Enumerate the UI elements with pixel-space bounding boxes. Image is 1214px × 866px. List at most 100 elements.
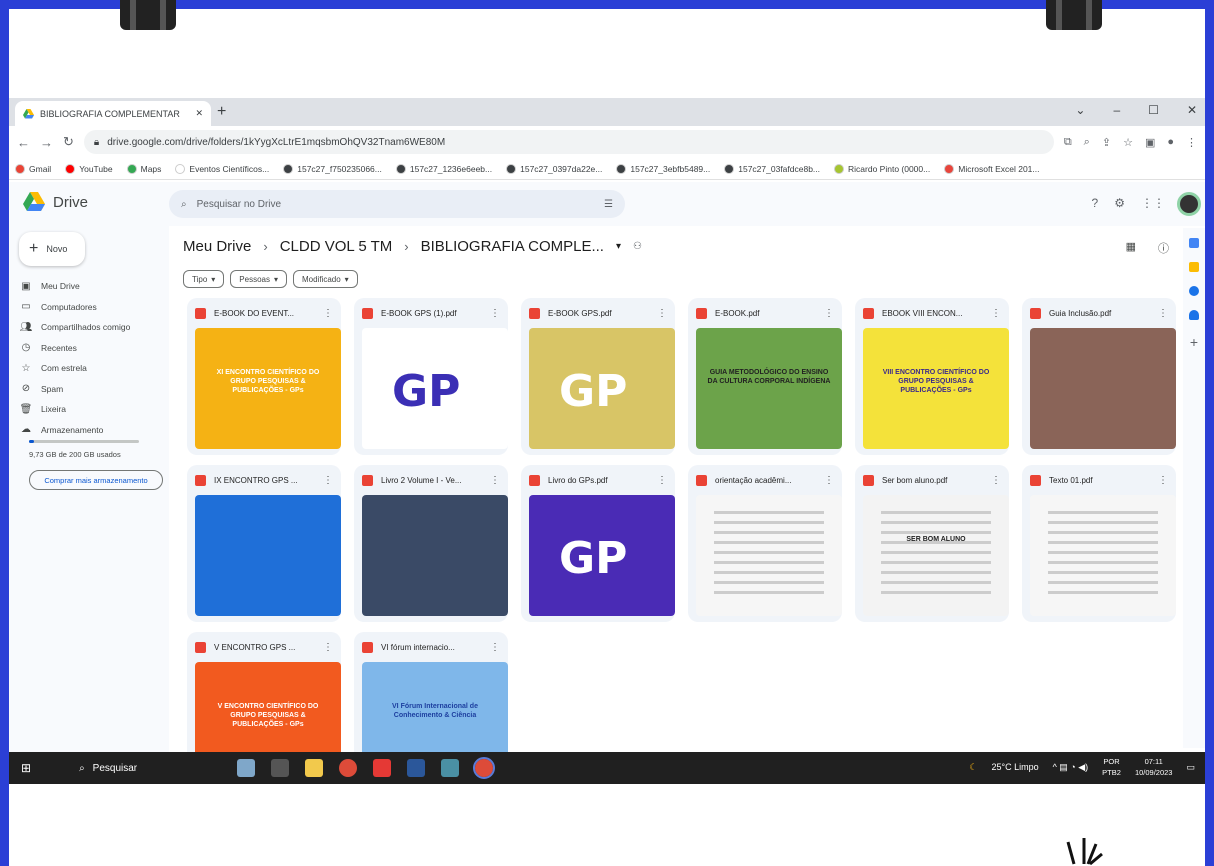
breadcrumb-item[interactable]: CLDD VOL 5 TM bbox=[280, 238, 393, 255]
back-icon[interactable]: ← bbox=[17, 135, 30, 150]
close-window-icon[interactable]: ✕ bbox=[1187, 103, 1197, 117]
forward-icon[interactable]: → bbox=[40, 135, 53, 150]
acrobat-icon[interactable] bbox=[373, 759, 392, 777]
bookmark-item[interactable]: Maps bbox=[126, 163, 161, 174]
bookmark-item[interactable]: 157c27_0397da22e... bbox=[506, 163, 602, 174]
more-options-icon[interactable]: ⋮ bbox=[490, 308, 500, 319]
more-options-icon[interactable]: ⋮ bbox=[657, 308, 667, 319]
app-icon[interactable] bbox=[441, 759, 460, 777]
sidebar-item-cloud[interactable]: ☁ Armazenamento bbox=[19, 420, 164, 441]
keep-icon[interactable] bbox=[1189, 262, 1199, 272]
notification-icon[interactable]: ▭ bbox=[1186, 762, 1195, 773]
sidebar-item-star[interactable]: ☆ Com estrela bbox=[19, 358, 164, 379]
chrome-active-icon[interactable] bbox=[473, 757, 496, 779]
taskbar-search[interactable]: ⌕ Pesquisar bbox=[71, 757, 221, 779]
bookmark-item[interactable]: 157c27_1236e6eeb... bbox=[395, 163, 492, 174]
more-options-icon[interactable]: ⋮ bbox=[657, 475, 667, 486]
drive-search[interactable]: ⌕ Pesquisar no Drive ☰ bbox=[169, 190, 625, 218]
settings-icon[interactable]: ⚙ bbox=[1114, 196, 1125, 210]
chevron-down-icon[interactable]: ⌄ bbox=[1075, 103, 1085, 117]
file-card[interactable]: E-BOOK.pdf ⋮ GUIA METODOLÓGICO DO ENSINO D… bbox=[688, 298, 842, 455]
file-card[interactable]: Livro 2 Volume I - Ve... ⋮ bbox=[354, 465, 508, 622]
sidebar-item-drive[interactable]: ▣ Meu Drive bbox=[19, 276, 164, 297]
file-card[interactable]: E-BOOK DO EVENT... ⋮ XI ENCONTRO CIENTÍFIC… bbox=[187, 298, 341, 455]
new-tab-icon[interactable]: + bbox=[217, 103, 226, 121]
buy-storage-button[interactable]: Comprar mais armazenamento bbox=[29, 470, 163, 490]
more-options-icon[interactable]: ⋮ bbox=[323, 642, 333, 653]
more-options-icon[interactable]: ⋮ bbox=[824, 308, 834, 319]
file-card[interactable]: Guia Inclusão.pdf ⋮ bbox=[1022, 298, 1176, 455]
sidebar-item-spam[interactable]: ⊘ Spam bbox=[19, 379, 164, 400]
more-options-icon[interactable]: ⋮ bbox=[1158, 475, 1168, 486]
sidebar-item-trash[interactable]: 🗑︎ Lixeira bbox=[19, 399, 164, 420]
profile-icon[interactable]: ● bbox=[1167, 136, 1174, 149]
filter-chip[interactable]: Modificado ▾ bbox=[292, 270, 358, 288]
menu-icon[interactable]: ⋮ bbox=[1186, 136, 1197, 149]
search-options-icon[interactable]: ☰ bbox=[604, 199, 613, 210]
calendar-icon[interactable] bbox=[1189, 238, 1199, 248]
bookmark-item[interactable]: YouTube bbox=[65, 163, 113, 174]
more-options-icon[interactable]: ⋮ bbox=[490, 642, 500, 653]
bookmark-item[interactable]: Ricardo Pinto (0000... bbox=[834, 163, 930, 174]
weather-text[interactable]: 25°C Limpo bbox=[991, 762, 1038, 772]
sidebar-item-clock[interactable]: ◷ Recentes bbox=[19, 338, 164, 359]
reload-icon[interactable]: ↻ bbox=[63, 134, 74, 150]
bookmark-star-icon[interactable]: ☆ bbox=[1123, 136, 1133, 149]
bookmark-item[interactable]: 157c27_3ebfb5489... bbox=[616, 163, 710, 174]
zoom-icon[interactable]: ⌕ bbox=[1084, 136, 1090, 149]
photo-app-icon[interactable] bbox=[237, 759, 256, 777]
sidebar-item-computer[interactable]: ▭ Computadores bbox=[19, 297, 164, 318]
file-card[interactable]: EBOOK VIII ENCON... ⋮ VIII ENCONTRO CIENTÍ… bbox=[855, 298, 1009, 455]
browser-tab[interactable]: BIBLIOGRAFIA COMPLEMENTAR ✕ bbox=[15, 101, 211, 126]
apps-grid-icon[interactable]: ⋮⋮ bbox=[1141, 196, 1165, 210]
bookmark-item[interactable]: 157c27_03fafdce8b... bbox=[724, 163, 820, 174]
windows-start-icon[interactable]: ⊞ bbox=[21, 761, 31, 775]
file-card[interactable]: E-BOOK GPS (1).pdf ⋮ GP bbox=[354, 298, 508, 455]
filter-chip[interactable]: Tipo ▾ bbox=[183, 270, 225, 288]
account-avatar[interactable] bbox=[1177, 192, 1201, 216]
tasks-icon[interactable] bbox=[1189, 286, 1199, 296]
bookmark-item[interactable]: Eventos Científicos... bbox=[175, 163, 269, 174]
file-explorer-icon[interactable] bbox=[305, 759, 324, 777]
file-card[interactable]: E-BOOK GPS.pdf ⋮ GP bbox=[521, 298, 675, 455]
minimize-icon[interactable]: – bbox=[1113, 103, 1120, 117]
help-icon[interactable]: ? bbox=[1092, 196, 1099, 210]
chrome-icon[interactable] bbox=[339, 759, 358, 777]
chevron-down-icon[interactable]: ▾ bbox=[616, 241, 621, 252]
new-button[interactable]: + Novo bbox=[19, 232, 85, 266]
word-icon[interactable] bbox=[407, 759, 426, 777]
info-icon[interactable]: ⓘ bbox=[1158, 240, 1169, 256]
address-bar[interactable]: 🔒︎ drive.google.com/drive/folders/1kYygX… bbox=[83, 130, 1054, 154]
task-view-icon[interactable] bbox=[271, 759, 290, 777]
language-indicator[interactable]: POR PTB2 bbox=[1102, 756, 1121, 778]
file-card[interactable]: IX ENCONTRO GPS ... ⋮ bbox=[187, 465, 341, 622]
tray-icons[interactable]: ^ ▤ ◔ ◀) bbox=[1053, 762, 1089, 773]
bookmark-item[interactable]: Gmail bbox=[15, 163, 51, 174]
more-options-icon[interactable]: ⋮ bbox=[991, 475, 1001, 486]
drive-logo[interactable]: Drive bbox=[23, 192, 88, 212]
file-card[interactable]: Texto 01.pdf ⋮ bbox=[1022, 465, 1176, 622]
sidepanel-icon[interactable]: ▣ bbox=[1145, 136, 1155, 149]
contacts-icon[interactable] bbox=[1189, 310, 1199, 320]
grid-view-icon[interactable]: ▦ bbox=[1126, 240, 1136, 256]
more-options-icon[interactable]: ⋮ bbox=[991, 308, 1001, 319]
breadcrumb-item[interactable]: BIBLIOGRAFIA COMPLE... bbox=[421, 238, 604, 255]
bookmark-item[interactable]: 157c27_f750235066... bbox=[283, 163, 382, 174]
install-icon[interactable]: ⧉ bbox=[1064, 136, 1072, 149]
more-options-icon[interactable]: ⋮ bbox=[323, 475, 333, 486]
add-addon-icon[interactable]: + bbox=[1183, 334, 1205, 350]
bookmark-item[interactable]: Microsoft Excel 201... bbox=[944, 163, 1040, 174]
more-options-icon[interactable]: ⋮ bbox=[323, 308, 333, 319]
file-card[interactable]: orientação acadêmi... ⋮ bbox=[688, 465, 842, 622]
more-options-icon[interactable]: ⋮ bbox=[1158, 308, 1168, 319]
file-card[interactable]: Livro do GPs.pdf ⋮ GP bbox=[521, 465, 675, 622]
clock[interactable]: 07:11 10/09/2023 bbox=[1135, 756, 1173, 778]
sidebar-item-shared[interactable]: 👥︎ Compartilhados comigo bbox=[19, 317, 164, 338]
file-card[interactable]: Ser bom aluno.pdf ⋮ SER BOM ALUNO bbox=[855, 465, 1009, 622]
filter-chip[interactable]: Pessoas ▾ bbox=[230, 270, 287, 288]
share-icon[interactable]: ⇪ bbox=[1102, 136, 1111, 149]
maximize-icon[interactable]: ☐ bbox=[1148, 103, 1159, 117]
more-options-icon[interactable]: ⋮ bbox=[490, 475, 500, 486]
more-options-icon[interactable]: ⋮ bbox=[824, 475, 834, 486]
close-tab-icon[interactable]: ✕ bbox=[195, 108, 203, 119]
